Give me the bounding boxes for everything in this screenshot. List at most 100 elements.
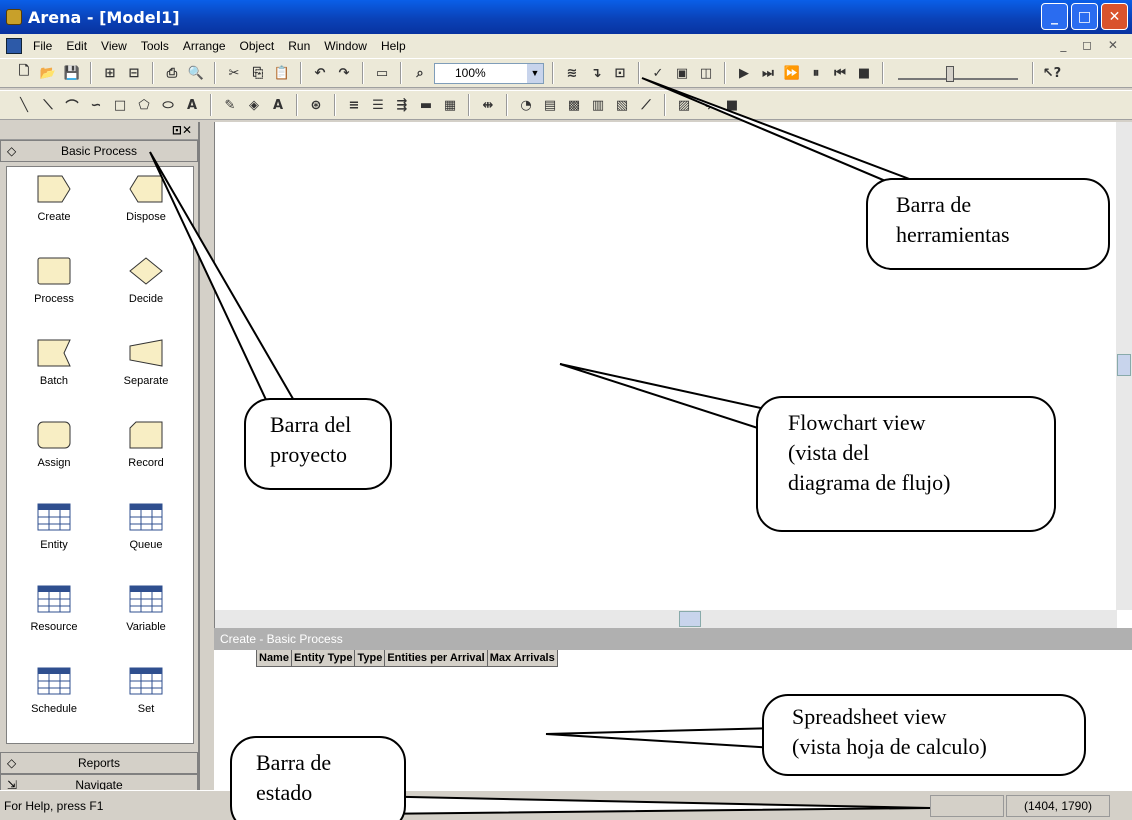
layers-icon[interactable]: ≋ bbox=[562, 63, 582, 83]
text-color-icon[interactable]: A bbox=[268, 95, 288, 115]
cut-icon[interactable]: ✂ bbox=[224, 63, 244, 83]
level-icon[interactable]: ▥ bbox=[588, 95, 608, 115]
vertical-scroll-thumb[interactable] bbox=[1117, 354, 1131, 376]
module-entity[interactable]: Entity bbox=[9, 495, 99, 575]
plot-icon[interactable]: ⟋ bbox=[636, 95, 656, 115]
open-folder-icon[interactable]: 📂 bbox=[38, 63, 58, 83]
fast-forward-icon[interactable]: ⏩ bbox=[782, 63, 802, 83]
histogram-icon[interactable]: ▧ bbox=[612, 95, 632, 115]
pause-icon[interactable]: ⏸ bbox=[806, 63, 826, 83]
polyline-icon[interactable]: ⟍ bbox=[38, 95, 58, 115]
module-separate[interactable]: Separate bbox=[101, 331, 191, 411]
close-button[interactable]: ✕ bbox=[1101, 3, 1128, 30]
resource-icon[interactable]: ■ bbox=[722, 95, 742, 115]
document-icon[interactable] bbox=[6, 38, 22, 54]
basic-process-panel-header[interactable]: ◇ Basic Process bbox=[0, 140, 198, 162]
template-attach-icon[interactable]: ⊞ bbox=[100, 63, 120, 83]
rewind-icon[interactable]: ⏮ bbox=[830, 63, 850, 83]
line-width-icon[interactable]: ≡ bbox=[344, 95, 364, 115]
module-dispose[interactable]: Dispose bbox=[101, 167, 191, 247]
module-record[interactable]: Record bbox=[101, 413, 191, 493]
print-icon[interactable]: ⎙ bbox=[162, 63, 182, 83]
save-icon[interactable]: 💾 bbox=[62, 63, 82, 83]
column-header[interactable]: Entities per Arrival bbox=[385, 650, 488, 667]
column-header[interactable]: Type bbox=[355, 650, 386, 667]
menu-edit[interactable]: Edit bbox=[59, 39, 94, 53]
paste-icon[interactable]: 📋 bbox=[272, 63, 292, 83]
reports-panel-header[interactable]: ◇ Reports bbox=[0, 752, 198, 774]
line-style-icon[interactable]: ☰ bbox=[368, 95, 388, 115]
module-variable[interactable]: Variable bbox=[101, 577, 191, 657]
distribute-icon[interactable]: ⇹ bbox=[478, 95, 498, 115]
toolbar-separator bbox=[300, 62, 302, 84]
mdi-controls[interactable]: _ ◻ ✕ bbox=[1060, 38, 1124, 52]
connect-icon[interactable]: ↴ bbox=[586, 63, 606, 83]
queue-icon[interactable]: ▨ bbox=[674, 95, 694, 115]
clock-icon[interactable]: ◔ bbox=[516, 95, 536, 115]
redo-icon[interactable]: ↷ bbox=[334, 63, 354, 83]
view-region-icon[interactable]: ▭ bbox=[372, 63, 392, 83]
bezier-icon[interactable]: ∽ bbox=[86, 95, 106, 115]
menu-view[interactable]: View bbox=[94, 39, 134, 53]
arrow-style-icon[interactable]: ⇶ bbox=[392, 95, 412, 115]
undo-icon[interactable]: ↶ bbox=[310, 63, 330, 83]
horizontal-scroll-thumb[interactable] bbox=[679, 611, 701, 627]
module-assign[interactable]: Assign bbox=[9, 413, 99, 493]
menu-run[interactable]: Run bbox=[281, 39, 317, 53]
background-color-icon[interactable]: ⊛ bbox=[306, 95, 326, 115]
context-help-icon[interactable]: ↖? bbox=[1042, 63, 1062, 83]
variable-icon[interactable]: ▩ bbox=[564, 95, 584, 115]
column-header[interactable]: Entity Type bbox=[291, 650, 356, 667]
module-resource[interactable]: Resource bbox=[9, 577, 99, 657]
horizontal-scrollbar[interactable] bbox=[215, 610, 1117, 628]
module-schedule[interactable]: Schedule bbox=[9, 659, 99, 739]
text-icon[interactable]: A bbox=[182, 95, 202, 115]
module-batch[interactable]: Batch bbox=[9, 331, 99, 411]
module-set[interactable]: Set bbox=[101, 659, 191, 739]
column-header[interactable]: Max Arrivals bbox=[487, 650, 558, 667]
stop-icon[interactable]: ■ bbox=[854, 63, 874, 83]
station-icon[interactable]: ⊡ bbox=[610, 63, 630, 83]
zoom-select[interactable]: 100% bbox=[434, 62, 544, 84]
module-queue[interactable]: Queue bbox=[101, 495, 191, 575]
rectangle-icon[interactable]: □ bbox=[110, 95, 130, 115]
animation-speed-slider[interactable] bbox=[898, 66, 1018, 82]
line-pattern-icon[interactable]: ▬ bbox=[416, 95, 436, 115]
menu-arrange[interactable]: Arrange bbox=[176, 39, 233, 53]
new-file-icon[interactable]: 🗋 bbox=[14, 63, 34, 83]
copy-icon[interactable]: ⎘ bbox=[248, 63, 268, 83]
check-model-icon[interactable]: ✓ bbox=[648, 63, 668, 83]
ellipse-icon[interactable]: ⬭ bbox=[158, 95, 178, 115]
menu-object[interactable]: Object bbox=[233, 39, 282, 53]
animate-icon[interactable]: ◫ bbox=[696, 63, 716, 83]
menu-tools[interactable]: Tools bbox=[134, 39, 176, 53]
toolbar-separator bbox=[334, 94, 336, 116]
module-create[interactable]: Create bbox=[9, 167, 99, 247]
date-icon[interactable]: ▤ bbox=[540, 95, 560, 115]
project-bar-grip[interactable]: ⊡✕ bbox=[0, 122, 198, 140]
route-icon[interactable]: ⤷ bbox=[698, 95, 718, 115]
arc-icon[interactable]: ⌒ bbox=[62, 95, 82, 115]
line-icon[interactable]: ╲ bbox=[14, 95, 34, 115]
minimize-button[interactable]: _ bbox=[1041, 3, 1068, 30]
vertical-scrollbar[interactable] bbox=[1116, 122, 1132, 610]
menu-window[interactable]: Window bbox=[317, 39, 374, 53]
module-process[interactable]: Process bbox=[9, 249, 99, 329]
template-detach-icon[interactable]: ⊟ bbox=[124, 63, 144, 83]
module-label: Set bbox=[137, 703, 155, 715]
menu-file[interactable]: File bbox=[26, 39, 59, 53]
zoom-icon[interactable]: ⌕ bbox=[410, 63, 430, 83]
step-icon[interactable]: ⏭ bbox=[758, 63, 778, 83]
play-icon[interactable]: ▶ bbox=[734, 63, 754, 83]
module-decide[interactable]: Decide bbox=[101, 249, 191, 329]
fill-color-icon[interactable]: ◈ bbox=[244, 95, 264, 115]
print-preview-icon[interactable]: 🔍 bbox=[186, 63, 206, 83]
run-setup-icon[interactable]: ▣ bbox=[672, 63, 692, 83]
maximize-button[interactable]: □ bbox=[1071, 3, 1098, 30]
menu-help[interactable]: Help bbox=[374, 39, 413, 53]
column-header[interactable]: Name bbox=[257, 650, 292, 667]
polygon-icon[interactable]: ⬠ bbox=[134, 95, 154, 115]
fill-pattern-icon[interactable]: ▦ bbox=[440, 95, 460, 115]
line-color-icon[interactable]: ✎ bbox=[220, 95, 240, 115]
close-project-bar-icon[interactable]: ⊡✕ bbox=[172, 123, 192, 137]
